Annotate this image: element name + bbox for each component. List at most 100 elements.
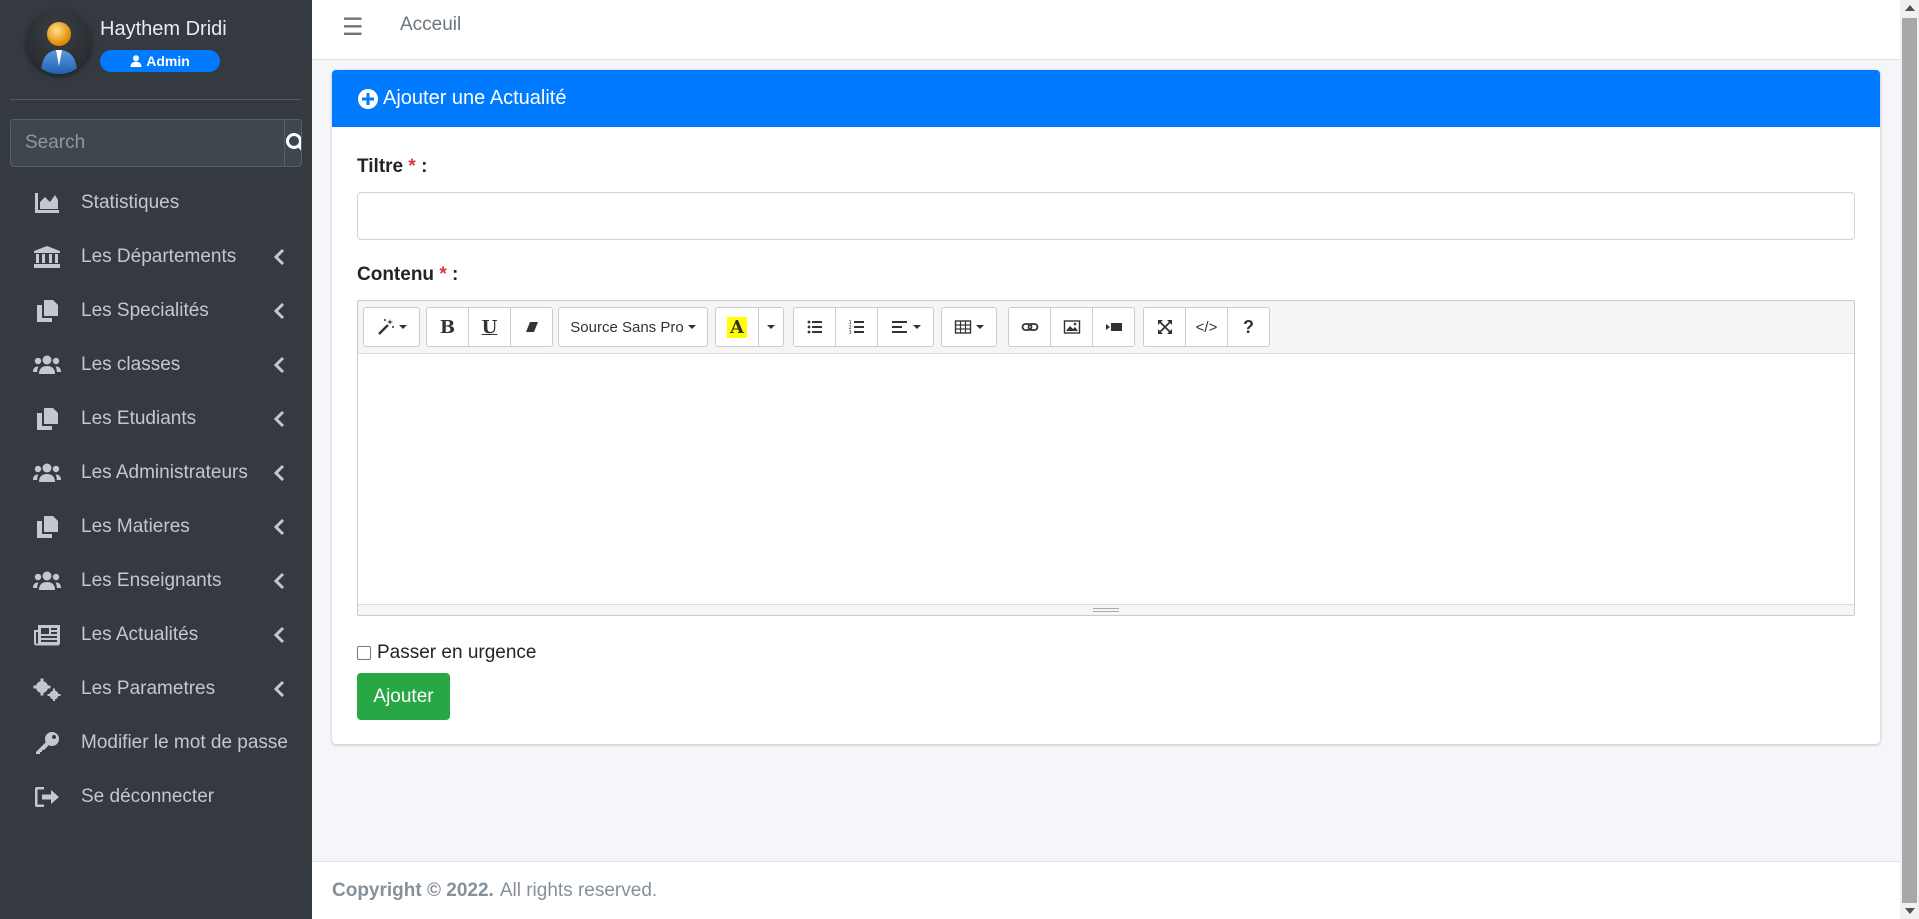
search-button[interactable]: [284, 120, 301, 166]
fullscreen-button[interactable]: [1143, 307, 1186, 347]
page-scrollbar[interactable]: [1900, 0, 1919, 919]
sidebar-item-label: Les Enseignants: [81, 570, 222, 591]
font-name: Source Sans Pro: [570, 318, 684, 336]
urgent-option: Passer en urgence: [357, 642, 537, 664]
submit-button[interactable]: Ajouter: [357, 673, 450, 720]
help-button[interactable]: ?: [1227, 307, 1270, 347]
sidebar-item-label: Les Matieres: [81, 516, 190, 537]
sidebar-item-administrateurs[interactable]: Les Administrateurs: [10, 446, 302, 500]
menu-toggle-icon[interactable]: ☰: [342, 15, 368, 41]
role-badge: Admin: [100, 50, 220, 72]
style-dropdown-button[interactable]: [363, 307, 420, 347]
required-mark: *: [439, 264, 447, 285]
sidebar-item-label: Les Parametres: [81, 678, 216, 699]
sidebar-item-label: Les Administrateurs: [81, 462, 248, 483]
sidebar-item-departements[interactable]: Les Départements: [10, 230, 302, 284]
sidebar-item-enseignants[interactable]: Les Enseignants: [10, 554, 302, 608]
sidebar-item-label: Statistiques: [81, 192, 180, 213]
rich-text-editor: B U Source Sans Pro A 1 2 3 </> ?: [357, 300, 1855, 616]
sidebar-item-modifier-mot-de-passe[interactable]: Modifier le mot de passe: [10, 716, 302, 770]
code-view-button[interactable]: </>: [1185, 307, 1228, 347]
svg-text:3: 3: [848, 330, 851, 336]
bold-button[interactable]: B: [426, 307, 469, 347]
card-title: Ajouter une Actualité: [383, 87, 567, 109]
search-input[interactable]: [11, 120, 284, 166]
image-icon: [1063, 320, 1080, 334]
sidebar-nav: Statistiques Les Départements Les Specia…: [10, 176, 302, 824]
clear-format-button[interactable]: [510, 307, 553, 347]
sidebar-item-label: Les Départements: [81, 246, 237, 267]
unordered-list-button[interactable]: [793, 307, 836, 347]
role-label: Admin: [146, 53, 190, 69]
table-icon: [954, 320, 972, 334]
sidebar-item-actualites[interactable]: Les Actualités: [10, 608, 302, 662]
urgent-checkbox[interactable]: [357, 646, 371, 660]
sidebar-item-se-deconnecter[interactable]: Se déconnecter: [10, 770, 302, 824]
copy-icon: [37, 300, 58, 322]
insert-image-button[interactable]: [1050, 307, 1093, 347]
color-letter: A: [727, 316, 747, 338]
sidebar: Haythem Dridi Admin Statistiques Les Dép…: [0, 0, 312, 919]
title-label-text: Tiltre: [357, 156, 404, 177]
text-color-button[interactable]: A: [715, 307, 759, 347]
content-label-text: Contenu: [357, 264, 435, 285]
home-link[interactable]: Acceuil: [400, 14, 461, 36]
title-label: Tiltre * :: [357, 156, 427, 178]
magic-wand-icon: [377, 319, 394, 335]
sidebar-item-statistiques[interactable]: Statistiques: [10, 176, 302, 230]
users-icon: [33, 463, 61, 482]
chevron-left-icon: [273, 248, 285, 266]
editor-resize-handle[interactable]: [358, 604, 1854, 615]
scroll-down-icon[interactable]: [1905, 908, 1915, 914]
footer: Copyright © 2022. All rights reserved.: [312, 861, 1900, 919]
underline-button[interactable]: U: [468, 307, 511, 347]
users-icon: [33, 355, 61, 374]
insert-video-button[interactable]: [1092, 307, 1135, 347]
list-ul-icon: [807, 320, 822, 334]
list-ol-icon: 123: [848, 320, 864, 336]
users-icon: [33, 571, 61, 590]
label-suffix: :: [446, 264, 459, 285]
sidebar-item-parametres[interactable]: Les Parametres: [10, 662, 302, 716]
table-dropdown-button[interactable]: [941, 307, 997, 347]
sidebar-item-label: Modifier le mot de passe: [81, 732, 288, 753]
sidebar-item-label: Se déconnecter: [81, 786, 215, 807]
chevron-left-icon: [273, 464, 285, 482]
avatar[interactable]: [27, 10, 91, 74]
required-mark: *: [408, 156, 416, 177]
sidebar-item-classes[interactable]: Les classes: [10, 338, 302, 392]
newspaper-icon: [34, 625, 60, 646]
paragraph-align-dropdown[interactable]: [877, 307, 934, 347]
ordered-list-button[interactable]: 123: [835, 307, 878, 347]
label-suffix: :: [415, 156, 428, 177]
chevron-left-icon: [273, 302, 285, 320]
sidebar-item-label: Les Specialités: [81, 300, 209, 321]
editor-toolbar: B U Source Sans Pro A 1 2 3 </> ?: [358, 301, 1854, 354]
copy-icon: [37, 516, 58, 538]
plus-circle-icon: [358, 88, 378, 109]
urgent-label[interactable]: Passer en urgence: [377, 642, 537, 664]
title-input[interactable]: [357, 192, 1855, 240]
add-news-card: Ajouter une Actualité Tiltre * : Contenu…: [332, 70, 1880, 744]
chevron-left-icon: [273, 410, 285, 428]
sidebar-search: [10, 119, 302, 167]
color-dropdown-button[interactable]: [758, 307, 784, 347]
insert-link-button[interactable]: [1008, 307, 1051, 347]
sidebar-item-etudiants[interactable]: Les Etudiants: [10, 392, 302, 446]
sidebar-item-specialites[interactable]: Les Specialités: [10, 284, 302, 338]
sidebar-item-matieres[interactable]: Les Matieres: [10, 500, 302, 554]
editor-content-area[interactable]: [358, 354, 1854, 604]
content-label: Contenu * :: [357, 264, 458, 286]
align-left-icon: [891, 321, 907, 333]
expand-icon: [1157, 320, 1172, 334]
scrollbar-thumb[interactable]: [1902, 18, 1917, 903]
font-family-dropdown[interactable]: Source Sans Pro: [558, 307, 708, 347]
key-icon: [36, 732, 59, 754]
search-icon: [286, 133, 301, 151]
scroll-up-icon[interactable]: [1905, 5, 1915, 11]
university-icon: [34, 246, 60, 268]
chevron-left-icon: [273, 518, 285, 536]
chevron-left-icon: [273, 680, 285, 698]
user-name[interactable]: Haythem Dridi: [100, 18, 227, 41]
copy-icon: [37, 408, 58, 430]
